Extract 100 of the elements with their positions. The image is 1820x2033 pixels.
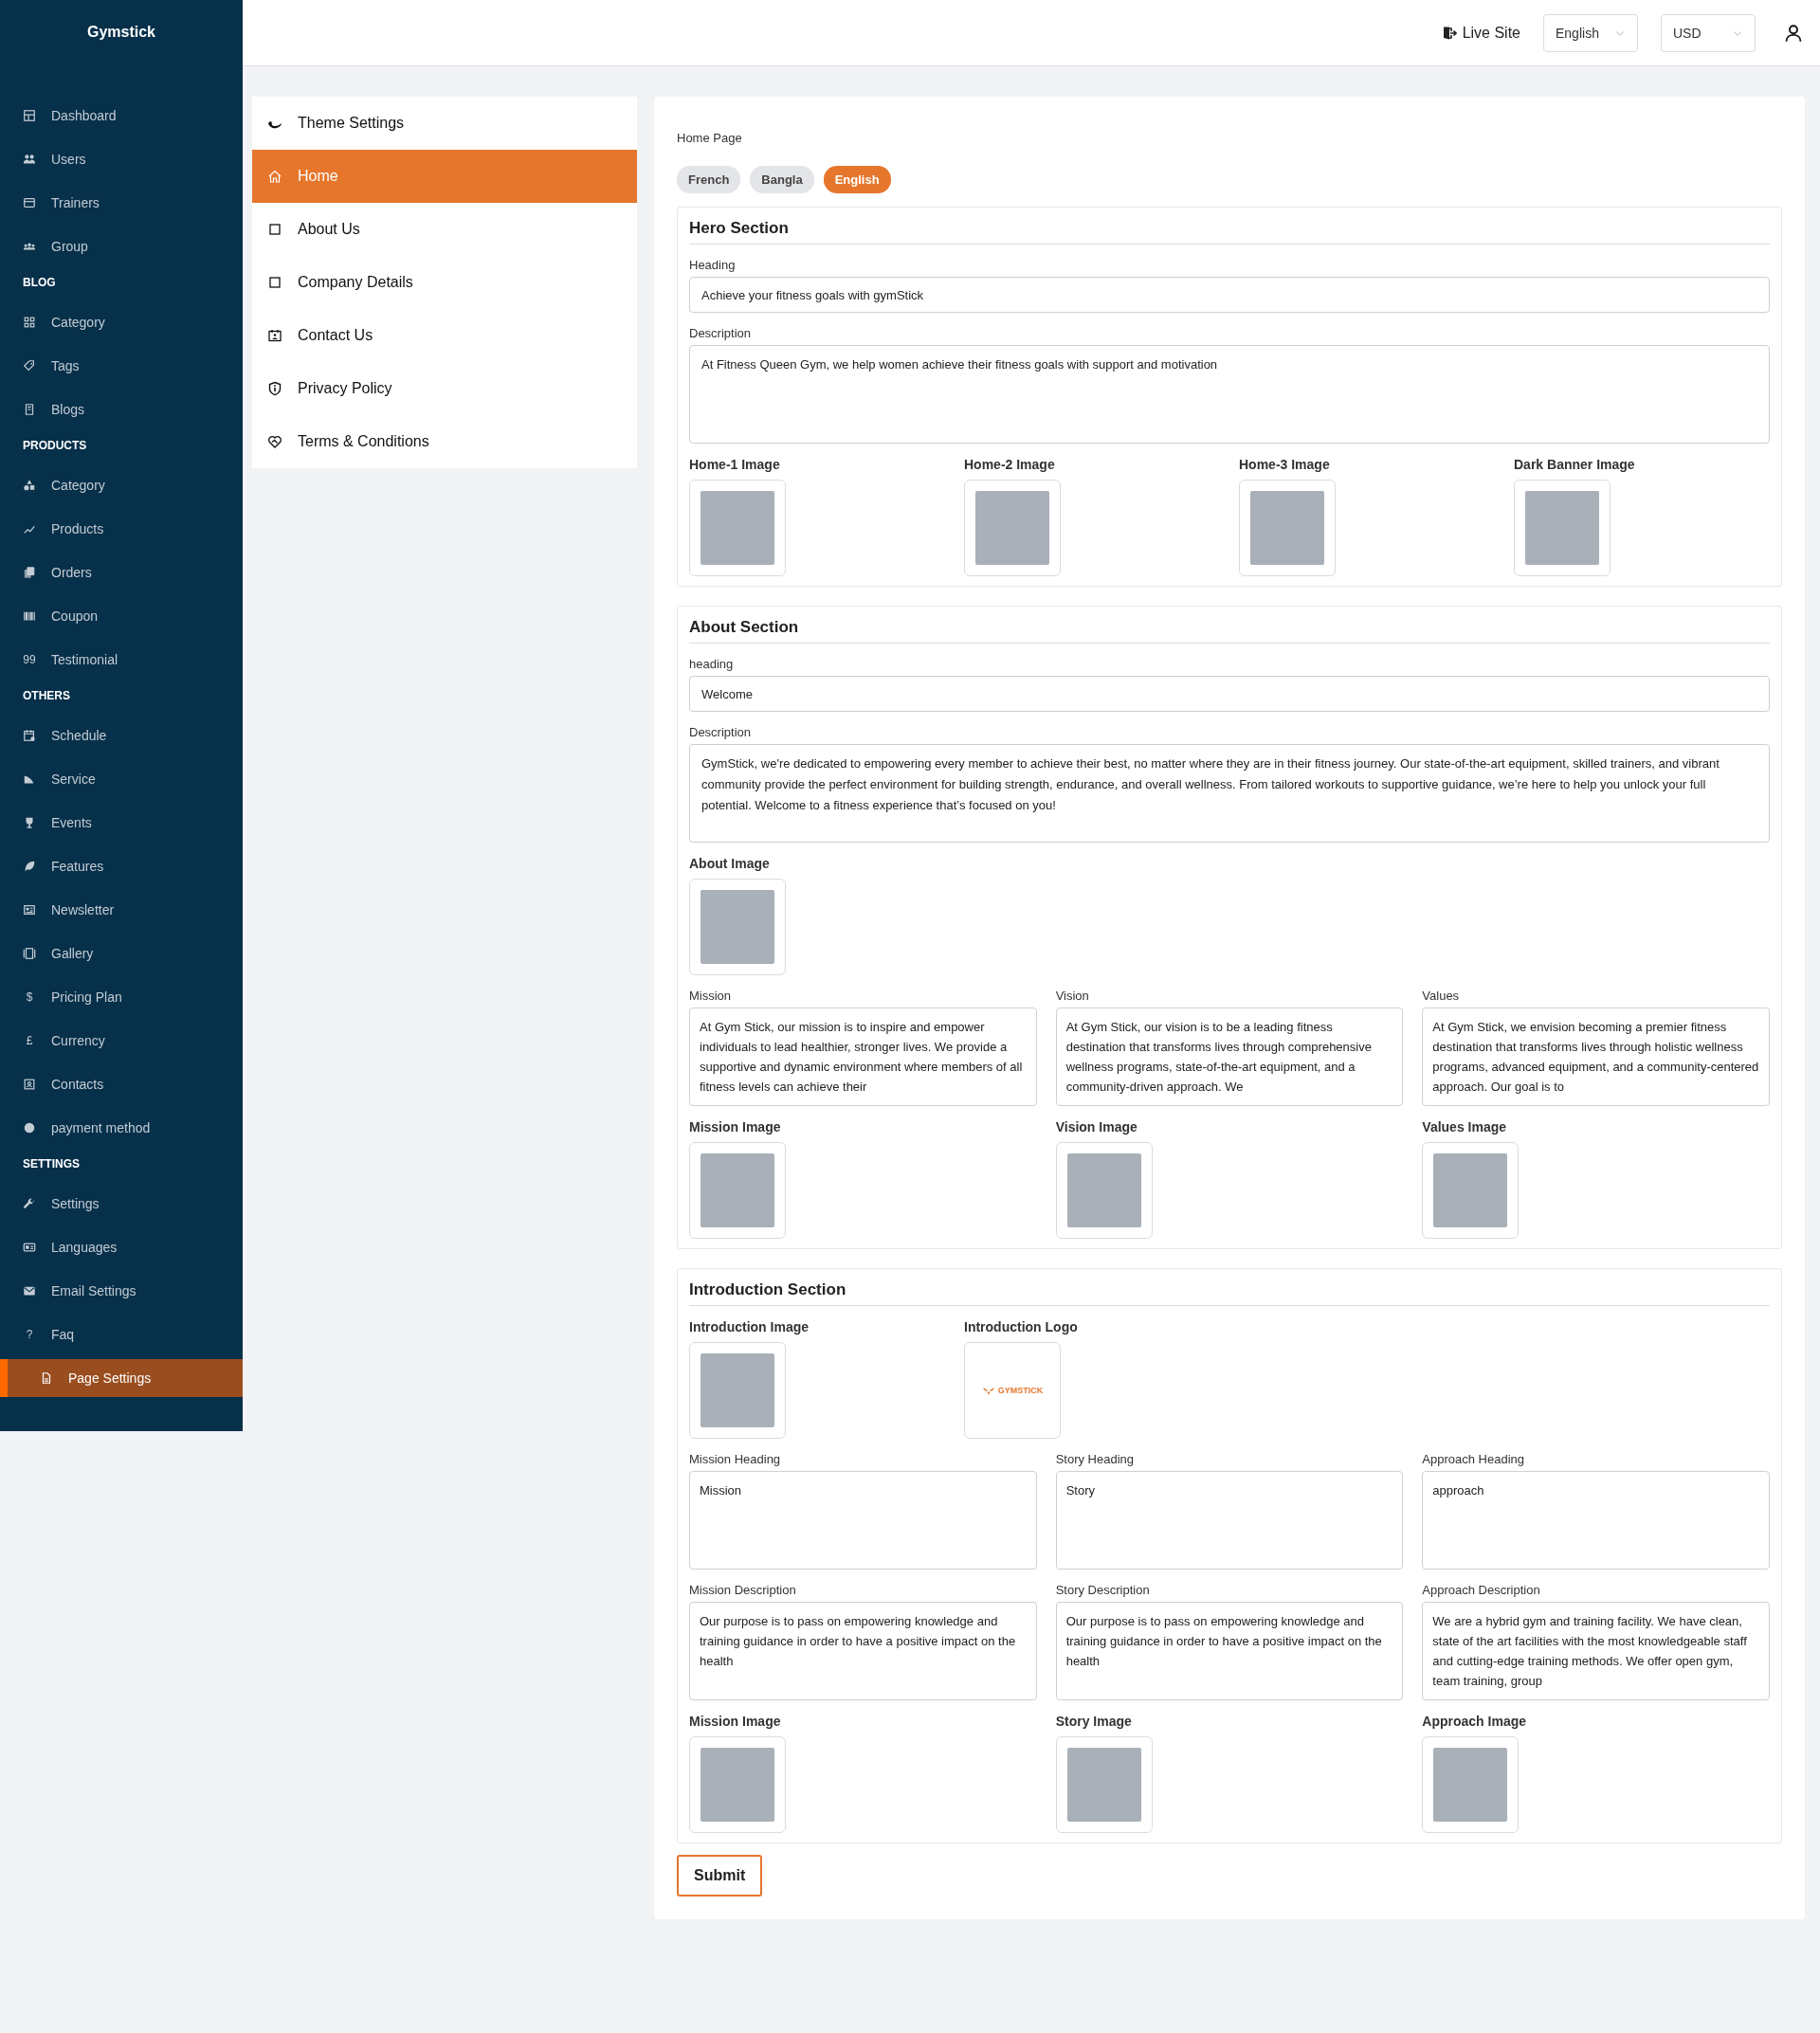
sidebar-item[interactable]: 99 Testimonial (0, 638, 243, 681)
sidebar-item[interactable]: payment method (0, 1106, 243, 1150)
field-label: Introduction Logo (964, 1319, 1079, 1334)
textarea-field[interactable]: We are a hybrid gym and training facility. We have clean, state of the art facilities with the most knowledgeable staff and cutting-edge training methods. We offer open gym, team training, group (1422, 1602, 1770, 1700)
text-input[interactable]: Achieve your fitness goals with gymStick (689, 277, 1770, 313)
glyph-icon: ? (23, 1328, 36, 1341)
sidebar-item[interactable]: Blogs (0, 388, 243, 431)
textarea-field[interactable]: Our purpose is to pass on empowering knowledge and training guidance in order to have a positive impact on the health (1055, 1602, 1404, 1700)
field-label: Story Heading (1055, 1452, 1136, 1466)
envelope-icon (23, 1284, 36, 1298)
sidebar-item[interactable]: Events (0, 801, 243, 844)
sidebar-item[interactable]: Group (0, 225, 243, 268)
gallery-icon (23, 947, 36, 960)
textarea-field[interactable]: At Gym Stick, we envision becoming a premier fitness destination that transforms lives through holistic wellness programs, advanced equipment, and a community-centered approach. Our goal is to (1422, 1007, 1770, 1106)
barcode-icon (23, 609, 36, 623)
field-label: Mission Heading (689, 1452, 782, 1466)
section-heading: PRODUCTS (22, 438, 88, 454)
section-heading: SETTINGS (22, 1156, 81, 1172)
grid-icon (23, 316, 36, 329)
glyph-icon: 99 (23, 653, 36, 666)
shield-icon (267, 381, 282, 396)
sidebar-item[interactable]: Contacts (0, 1062, 243, 1106)
tag-icon (23, 359, 36, 372)
sidebar-item[interactable]: Dashboard (0, 94, 243, 137)
field-label: Home-2 Image (964, 457, 1056, 472)
menu-item[interactable]: Company Details (252, 256, 637, 309)
brand-name: Gymstick (85, 23, 156, 42)
sidebar-item[interactable]: ? Faq (0, 1313, 243, 1356)
image-upload-preview[interactable] (689, 480, 786, 576)
image-upload-preview[interactable] (1055, 1142, 1153, 1239)
home-icon (267, 169, 282, 184)
language-select[interactable]: English (1543, 13, 1638, 52)
text-input[interactable]: Welcome (689, 676, 1770, 712)
image-upload-preview[interactable] (964, 480, 1061, 576)
sidebar-item[interactable]: Schedule (0, 714, 243, 757)
textarea-field[interactable]: approach (1422, 1471, 1770, 1570)
field-label: Vision (1055, 989, 1090, 1003)
sidebar-item[interactable]: Orders (0, 551, 243, 594)
language-tab[interactable]: Bangla (750, 166, 814, 193)
sidebar-item[interactable]: $ Pricing Plan (0, 975, 243, 1019)
sidebar-item[interactable]: Trainers (0, 181, 243, 225)
sidebar-item[interactable]: Features (0, 844, 243, 888)
menu-item[interactable]: About Us (252, 203, 637, 256)
language-tab[interactable]: French (677, 166, 741, 193)
currency-select[interactable]: USD (1661, 13, 1756, 52)
textarea-field[interactable]: Our purpose is to pass on empowering knowledge and training guidance in order to have a positive impact on the health (689, 1602, 1037, 1700)
section-heading: OTHERS (22, 688, 71, 704)
menu-item[interactable]: Privacy Policy (252, 362, 637, 415)
sidebar-item[interactable]: Coupon (0, 594, 243, 638)
sidebar-item[interactable]: Languages (0, 1225, 243, 1269)
sidebar-item[interactable]: Users (0, 137, 243, 181)
image-upload-preview[interactable] (689, 1342, 786, 1439)
sidebar-item[interactable]: £ Currency (0, 1019, 243, 1062)
image-upload-preview[interactable] (689, 1142, 786, 1239)
sidebar-item[interactable]: Service (0, 757, 243, 801)
textarea-field[interactable]: At Gym Stick, our mission is to inspire and empower individuals to lead healthier, stronger lives. We provide a supportive and dynamic environment where members of all fitness levels can achieve their (689, 1007, 1037, 1106)
field-label: Vision Image (1055, 1119, 1138, 1134)
sidebar-item[interactable]: Settings (0, 1182, 243, 1225)
image-upload-preview[interactable] (1055, 1736, 1153, 1833)
field-label: Approach Image (1422, 1714, 1528, 1729)
field-label: Values (1422, 989, 1461, 1003)
textarea-field[interactable]: At Gym Stick, our vision is to be a leading fitness destination that transforms lives through comprehensive wellness programs, state-of-the-art equipment, and a community-driven approach. We (1055, 1007, 1404, 1106)
image-upload-preview[interactable] (1514, 480, 1611, 576)
textarea-field[interactable]: Mission (689, 1471, 1037, 1570)
live-site-link[interactable]: Live Site (1441, 24, 1520, 42)
wrench-icon (23, 1197, 36, 1210)
field-label: Description (689, 326, 753, 340)
textarea-field[interactable]: Story (1055, 1471, 1404, 1570)
sidebar-item[interactable]: Tags (0, 344, 243, 388)
image-upload-preview[interactable] (1239, 480, 1336, 576)
field-label: Heading (689, 258, 737, 272)
breadcrumb: Home Page (677, 131, 743, 145)
contact-icon (267, 328, 282, 343)
section-title: Hero Section (689, 219, 1770, 245)
menu-item[interactable]: Contact Us (252, 309, 637, 362)
sidebar-item[interactable]: Email Settings (0, 1269, 243, 1313)
section-title: About Section (689, 618, 1770, 644)
card-icon (23, 196, 36, 209)
sidebar-item[interactable]: Gallery (0, 932, 243, 975)
shapes-icon (23, 479, 36, 492)
heart-icon (267, 434, 282, 449)
submit-button[interactable]: Submit (677, 1855, 763, 1897)
user-icon[interactable] (1784, 23, 1803, 43)
sidebar-item[interactable]: Products (0, 507, 243, 551)
image-upload-preview[interactable] (689, 1736, 786, 1833)
sidebar-item[interactable]: Page Settings (0, 1359, 243, 1397)
sidebar-item[interactable]: Category (0, 300, 243, 344)
image-upload-preview[interactable] (1422, 1142, 1520, 1239)
image-upload-preview[interactable] (689, 879, 786, 975)
sidebar-item[interactable]: Newsletter (0, 888, 243, 932)
square-icon (267, 275, 282, 290)
textarea-field[interactable]: GymStick, we're dedicated to empowering every member to achieve their best, no matter where they are in their fitness journey. Our state-of-the-art equipment, skilled trainers, and vibrant community provide the perfect environment for building strength, endurance, and overall wellness. From tailored workouts to supportive guidance, we’re here to help you unlock your full potential. Welcome to a fitness experience that’s focused on you! (689, 744, 1770, 843)
field-label: heading (689, 657, 735, 671)
sidebar-item[interactable]: Category (0, 463, 243, 507)
document-icon (23, 403, 36, 416)
field-label: Description (689, 725, 753, 739)
textarea-field[interactable]: At Fitness Queen Gym, we help women achieve their fitness goals with support and motivation (689, 345, 1770, 444)
image-upload-preview[interactable] (1422, 1736, 1520, 1833)
menu-item[interactable]: Terms & Conditions (252, 415, 637, 468)
exit-door-icon (1441, 25, 1457, 41)
